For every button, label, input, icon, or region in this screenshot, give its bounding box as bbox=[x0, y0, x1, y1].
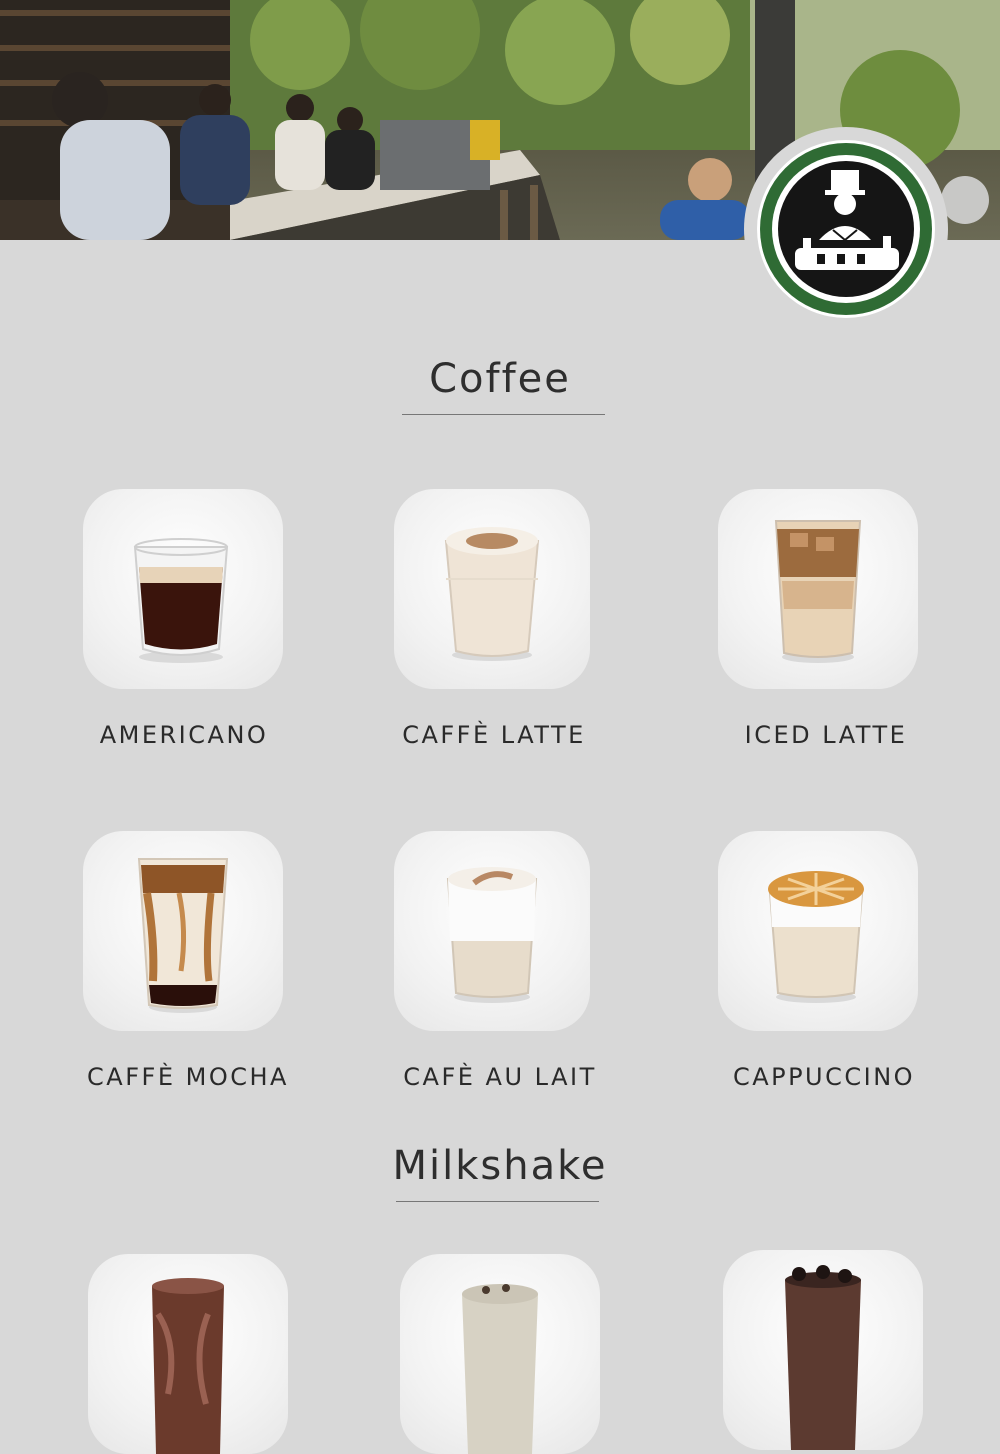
menu-item-image-milkshake-3[interactable] bbox=[723, 1250, 923, 1450]
menu-item-name[interactable]: CAFFÈ LATTE bbox=[364, 721, 624, 749]
menu-item-name[interactable]: CAFFÈ MOCHA bbox=[58, 1063, 318, 1091]
menu-item-image-caffe-latte[interactable] bbox=[394, 489, 590, 689]
menu-item-image-cafe-au-lait[interactable] bbox=[394, 831, 590, 1031]
menu-item-image-milkshake-1[interactable] bbox=[88, 1254, 288, 1454]
section-title-coffee: Coffee bbox=[429, 356, 571, 402]
menu-item-image-caffe-mocha[interactable] bbox=[83, 831, 283, 1031]
menu-item-name[interactable]: AMERICANO bbox=[54, 721, 314, 749]
menu-item-image-cappuccino[interactable] bbox=[718, 831, 918, 1031]
logo-emblem bbox=[757, 140, 935, 318]
menu-item-name[interactable]: ICED LATTE bbox=[696, 721, 956, 749]
menu-item-image-americano[interactable] bbox=[83, 489, 283, 689]
section-title-milkshake: Milkshake bbox=[392, 1143, 608, 1189]
menu-item-image-iced-latte[interactable] bbox=[718, 489, 918, 689]
section-divider-coffee bbox=[402, 414, 605, 415]
menu-item-image-milkshake-2[interactable] bbox=[400, 1254, 600, 1454]
section-divider-milkshake bbox=[396, 1201, 599, 1202]
menu-item-name[interactable]: CAFÈ AU LAIT bbox=[370, 1063, 630, 1091]
menu-item-name[interactable]: CAPPUCCINO bbox=[694, 1063, 954, 1091]
